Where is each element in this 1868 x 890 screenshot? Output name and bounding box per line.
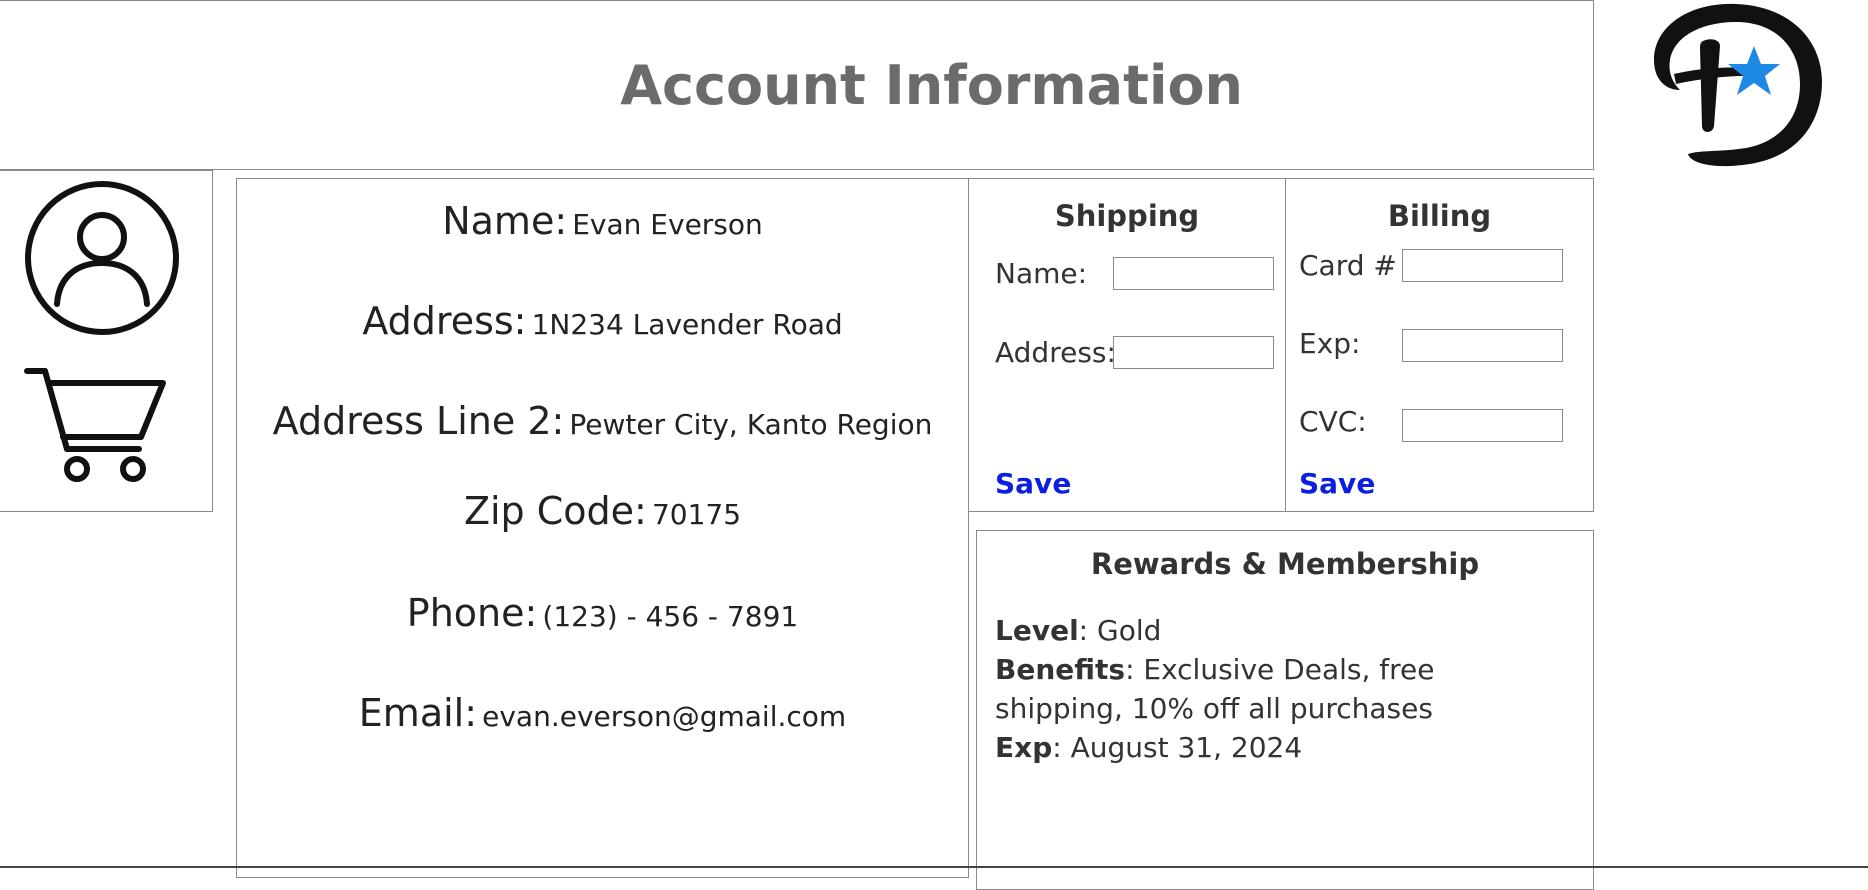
billing-title: Billing [1387,199,1492,233]
rewards-panel: Rewards & Membership Level: Gold Benefit… [976,530,1594,890]
user-circle-icon[interactable] [23,179,181,337]
shipping-panel: Shipping Name: Address: Save [968,178,1286,512]
rewards-title: Rewards & Membership [1090,547,1480,581]
cvc-label: CVC: [1299,405,1367,438]
email-row: Email: evan.everson@gmail.com [237,691,968,735]
page-header: Account Information [0,0,1594,170]
shipping-address-input[interactable] [1113,336,1274,369]
rewards-exp-label: Exp [995,731,1053,764]
email-value: evan.everson@gmail.com [482,700,847,733]
address-value: 1N234 Lavender Road [531,308,843,341]
shipping-name-label: Name: [995,257,1088,290]
phone-label: Phone: [406,591,538,635]
shipping-name-input[interactable] [1113,257,1274,290]
address-row: Address: 1N234 Lavender Road [237,299,968,343]
shipping-save-button[interactable]: Save [995,467,1071,500]
card-number-label: Card # [1299,249,1397,282]
address-line2-label: Address Line 2: [272,399,565,443]
logo-vertical-stroke [1700,39,1720,132]
level-value: : Gold [1078,614,1162,647]
zip-row: Zip Code: 70175 [237,489,968,533]
benefits-label: Benefits [995,653,1126,686]
rewards-level: Level: Gold [995,611,1555,650]
logo-d-stroke [1654,3,1822,167]
sidebar [0,170,213,512]
zip-value: 70175 [651,498,742,531]
email-label: Email: [358,691,478,735]
shopping-cart-icon[interactable] [23,367,169,485]
shipping-address-label: Address: [995,336,1116,369]
name-label: Name: [442,199,568,243]
billing-save-button[interactable]: Save [1299,467,1375,500]
phone-row: Phone: (123) - 456 - 7891 [237,591,968,635]
exp-label: Exp: [1299,327,1361,360]
rewards-exp-value: : August 31, 2024 [1052,731,1303,764]
cvc-input[interactable] [1402,409,1563,442]
zip-label: Zip Code: [463,489,647,533]
page-title: Account Information [620,53,1243,117]
rewards-benefits: Benefits: Exclusive Deals, free shipping… [995,650,1555,728]
name-row: Name: Evan Everson [237,199,968,243]
billing-panel: Billing Card # Exp: CVC: Save [1285,178,1594,512]
phone-value: (123) - 456 - 7891 [542,600,799,633]
address-line2-value: Pewter City, Kanto Region [569,408,933,441]
rewards-exp: Exp: August 31, 2024 [995,728,1555,767]
brand-logo[interactable] [1650,0,1824,172]
address-label: Address: [362,299,527,343]
rewards-details: Level: Gold Benefits: Exclusive Deals, f… [995,611,1555,767]
shipping-title: Shipping [1054,199,1200,233]
name-value: Evan Everson [572,208,763,241]
level-label: Level [995,614,1079,647]
account-info-panel: Name: Evan Everson Address: 1N234 Lavend… [236,178,969,878]
address-line2-row: Address Line 2: Pewter City, Kanto Regio… [237,399,968,443]
exp-input[interactable] [1402,329,1563,362]
card-number-input[interactable] [1402,249,1563,282]
